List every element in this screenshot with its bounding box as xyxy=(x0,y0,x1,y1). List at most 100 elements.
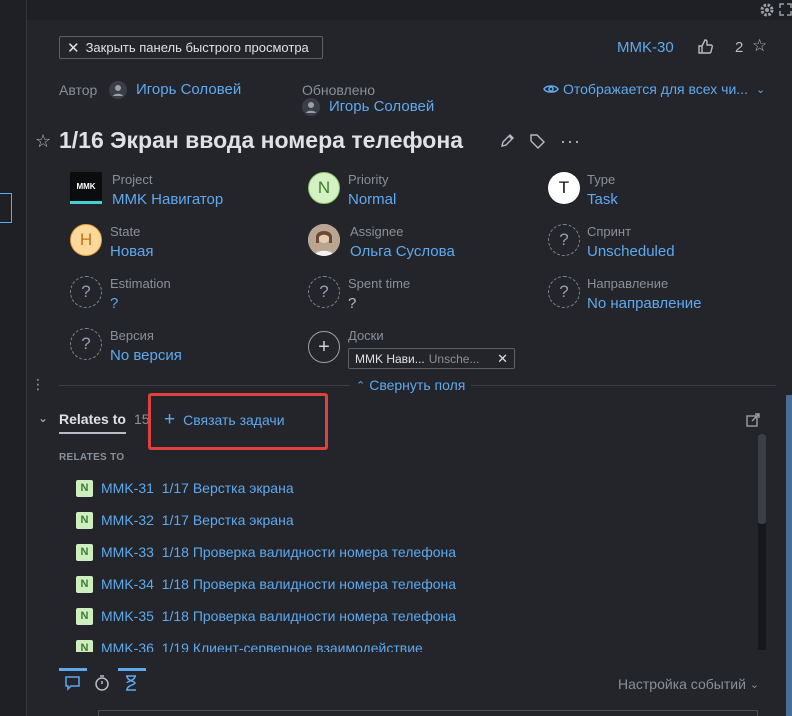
assignee-avatar xyxy=(308,224,340,256)
open-external-icon[interactable] xyxy=(746,413,760,430)
priority-badge: N xyxy=(76,639,93,652)
priority-value[interactable]: Normal xyxy=(348,191,396,208)
priority-badge: N xyxy=(76,479,93,497)
footer-tab-underline xyxy=(59,668,87,671)
section-chevron-down-icon[interactable]: ⌄ xyxy=(38,411,48,425)
list-item[interactable]: N MMK-34 1/18 Проверка валидности номера… xyxy=(76,572,456,596)
tag-icon[interactable] xyxy=(529,133,546,153)
top-bar xyxy=(27,0,792,20)
estimation-value[interactable]: ? xyxy=(110,295,118,312)
collapse-fields-label: Свернуть поля xyxy=(369,377,466,393)
edit-pencil-icon[interactable] xyxy=(499,133,515,152)
close-quick-view-label: Закрыть панель быстрого просмотра xyxy=(85,40,309,55)
author-label: Автор xyxy=(59,82,98,98)
visibility-label: Отображается для всех чи... xyxy=(563,81,748,97)
assignee-label: Assignee xyxy=(350,224,404,239)
left-sidebar-strip xyxy=(0,0,27,716)
project-value[interactable]: MMK Навигатор xyxy=(112,191,223,208)
board-tag-sprint: Unsche... xyxy=(428,351,480,366)
updated-avatar xyxy=(302,98,320,116)
visibility-dropdown[interactable]: Отображается для всех чи... ⌄ xyxy=(543,81,765,97)
author-avatar xyxy=(109,81,127,99)
priority-badge: N xyxy=(76,607,93,625)
state-label: State xyxy=(110,224,141,239)
priority-badge: N xyxy=(76,543,93,561)
highlight-box xyxy=(148,393,328,450)
chevron-down-icon: ⌄ xyxy=(749,678,760,691)
updated-label: Обновлено xyxy=(302,82,376,98)
type-value[interactable]: Task xyxy=(587,191,618,208)
author-name[interactable]: Игорь Соловей xyxy=(136,81,241,98)
priority-badge: N xyxy=(76,575,93,593)
type-icon: T xyxy=(548,172,580,204)
priority-icon: N xyxy=(308,172,340,204)
event-settings-label: Настройка событий xyxy=(618,676,746,692)
chevron-up-icon: ⌃ xyxy=(356,379,366,392)
star-icon[interactable]: ☆ xyxy=(752,36,767,56)
boards-label: Доски xyxy=(348,328,384,343)
votes-count: 2 xyxy=(735,39,744,56)
project-logo-icon: MMK xyxy=(70,172,102,204)
comment-editor-edge[interactable] xyxy=(98,710,758,716)
relation-title[interactable]: MMK-32 1/17 Верстка экрана xyxy=(101,512,294,528)
add-board-plus-icon[interactable]: + xyxy=(308,331,340,363)
thumbs-up-icon[interactable] xyxy=(697,38,714,58)
issue-id-link[interactable]: MMK-30 xyxy=(617,39,674,56)
estimation-label: Estimation xyxy=(110,276,171,291)
version-icon: ? xyxy=(70,328,102,360)
sidebar-handle[interactable] xyxy=(0,193,12,223)
tab-relates-to[interactable]: Relates to xyxy=(59,411,126,427)
direction-label: Направление xyxy=(587,276,669,291)
type-label: Type xyxy=(587,172,616,187)
list-item[interactable]: N MMK-33 1/18 Проверка валидности номера… xyxy=(76,540,456,564)
list-item[interactable]: N MMK-31 1/17 Верстка экрана xyxy=(76,476,294,500)
board-tag[interactable]: MMK Нави... Unsche... ✕ xyxy=(348,348,515,369)
favorite-star-icon[interactable]: ☆ xyxy=(35,131,51,152)
relation-title[interactable]: MMK-34 1/18 Проверка валидности номера т… xyxy=(101,576,456,592)
sprint-label: Спринт xyxy=(587,224,632,239)
comment-icon[interactable] xyxy=(65,676,80,694)
priority-badge: N xyxy=(76,511,93,529)
relations-scrollbar-thumb[interactable] xyxy=(758,434,766,524)
list-item[interactable]: N MMK-36 1/19 Клиент-серверное взаимодей… xyxy=(76,636,756,652)
list-item[interactable]: N MMK-35 1/18 Проверка валидности номера… xyxy=(76,604,456,628)
footer-tab-underline-2 xyxy=(118,668,146,671)
more-options-icon[interactable]: ··· xyxy=(560,131,581,152)
hourglass-icon[interactable] xyxy=(125,675,137,694)
estimation-icon: ? xyxy=(70,276,102,308)
eye-icon xyxy=(543,85,559,93)
relation-title[interactable]: MMK-31 1/17 Верстка экрана xyxy=(101,480,294,496)
settings-icon[interactable] xyxy=(760,3,774,20)
list-item[interactable]: N MMK-32 1/17 Верстка экрана xyxy=(76,508,294,532)
relation-title[interactable]: MMK-33 1/18 Проверка валидности номера т… xyxy=(101,544,456,560)
project-label: Project xyxy=(112,172,153,187)
event-settings-dropdown[interactable]: Настройка событий ⌄ xyxy=(618,676,759,692)
collapse-fields-button[interactable]: ⌃ Свернуть поля xyxy=(350,377,472,393)
state-icon: H xyxy=(70,224,102,256)
active-tab-underline xyxy=(59,432,126,434)
updated-name[interactable]: Игорь Соловей xyxy=(329,98,434,115)
fullscreen-icon[interactable] xyxy=(779,3,792,19)
timer-icon[interactable] xyxy=(94,675,110,694)
spent-time-label: Spent time xyxy=(348,276,411,291)
sprint-icon: ? xyxy=(548,224,580,256)
close-quick-view-button[interactable]: ✕ Закрыть панель быстрого просмотра xyxy=(59,36,323,59)
assignee-value[interactable]: Ольга Суслова xyxy=(350,243,455,260)
relates-section-header: RELATES TO xyxy=(59,452,125,463)
relation-title[interactable]: MMK-35 1/18 Проверка валидности номера т… xyxy=(101,608,456,624)
spent-time-icon: ? xyxy=(308,276,340,308)
relation-title[interactable]: MMK-36 1/19 Клиент-серверное взаимодейст… xyxy=(101,640,423,652)
priority-label: Priority xyxy=(348,172,389,187)
direction-value[interactable]: No направление xyxy=(587,295,702,312)
panel-scrollbar[interactable] xyxy=(786,395,792,716)
state-value[interactable]: Новая xyxy=(110,243,153,260)
close-icon: ✕ xyxy=(67,39,80,57)
version-label: Версия xyxy=(110,328,154,343)
issue-title[interactable]: 1/16 Экран ввода номера телефона xyxy=(59,127,463,154)
sprint-value[interactable]: Unscheduled xyxy=(587,243,675,260)
resize-handle-icon[interactable]: ⋮ xyxy=(31,377,45,391)
remove-tag-close-icon[interactable]: ✕ xyxy=(497,351,508,367)
board-tag-name: MMK Нави... xyxy=(355,351,425,366)
version-value[interactable]: No версия xyxy=(110,347,182,364)
spent-time-value[interactable]: ? xyxy=(348,295,356,312)
